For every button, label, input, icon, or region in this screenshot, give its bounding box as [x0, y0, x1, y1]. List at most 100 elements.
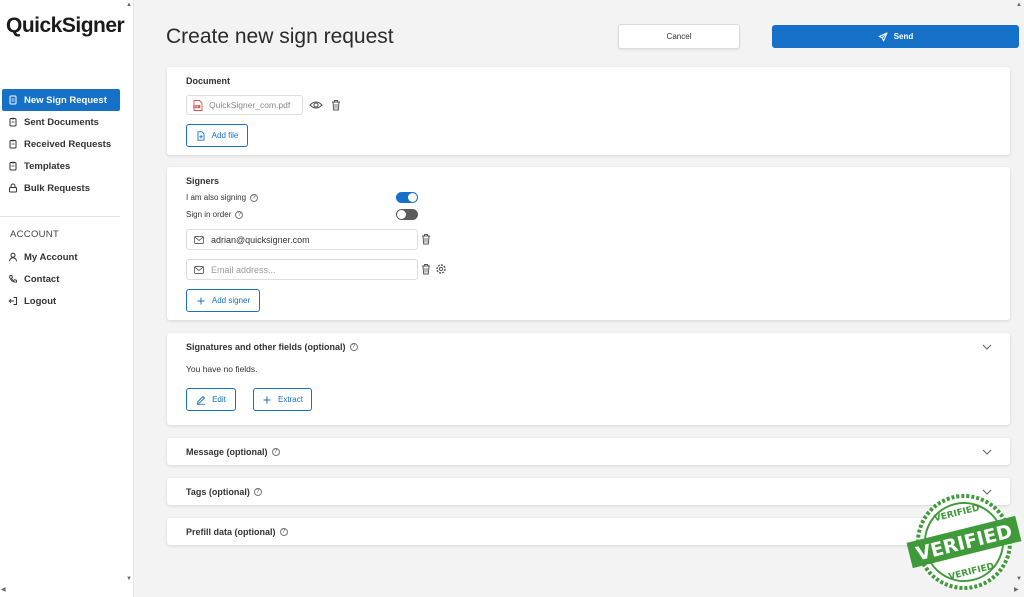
main-nav: New Sign Request Sent Documents Received… [2, 89, 120, 199]
page-title: Create new sign request [166, 25, 394, 48]
sidebar-item-templates[interactable]: Templates [2, 155, 120, 177]
sidebar-item-bulk-requests[interactable]: Bulk Requests [2, 177, 120, 199]
tags-card[interactable]: Tags (optional) ? [167, 478, 1010, 505]
send-button[interactable]: Send [772, 25, 1019, 48]
signer-email-value: adrian@quicksigner.com [211, 234, 310, 245]
sidebar-item-label: Received Requests [24, 138, 112, 150]
fields-section-title[interactable]: Signatures and other fields (optional) ? [186, 342, 358, 352]
add-signer-label: Add signer [211, 296, 251, 305]
help-icon[interactable]: ? [271, 448, 280, 456]
sign-in-order-text: Sign in order [186, 210, 232, 219]
sidebar-item-label: Logout [24, 295, 57, 307]
mail-icon [194, 235, 204, 244]
app-logo[interactable]: QuickSigner [6, 14, 125, 38]
tags-title-text: Tags (optional) [186, 487, 250, 497]
trash-icon[interactable] [419, 232, 433, 246]
main-scroll-up[interactable]: ▲ [1016, 2, 1022, 8]
pdf-file-icon: PDF [193, 99, 203, 111]
logout-icon [8, 297, 17, 305]
extract-fields-button[interactable]: Extract [253, 388, 312, 411]
hscroll-left-arrow[interactable]: ◀ [1, 586, 6, 593]
send-icon [878, 32, 888, 41]
add-file-button[interactable]: Add file [186, 124, 248, 147]
sidebar-item-my-account[interactable]: My Account [2, 246, 120, 268]
svg-text:PDF: PDF [194, 104, 200, 108]
file-plus-icon [197, 130, 205, 141]
signers-section-title: Signers [186, 176, 220, 186]
sidebar-item-label: New Sign Request [24, 94, 107, 106]
user-icon [9, 252, 17, 262]
sidebar-scroll-down[interactable]: ▼ [126, 576, 132, 582]
tags-section-title: Tags (optional) ? [186, 487, 262, 497]
edit-label: Edit [212, 395, 226, 404]
verified-stamp: VERIFIED VERIFIED VERIFIED [906, 494, 1022, 590]
add-signer-button[interactable]: Add signer [186, 289, 260, 312]
clipboard-icon [9, 161, 17, 171]
help-icon[interactable]: ? [253, 488, 262, 496]
also-signing-label: I am also signing ? [186, 193, 259, 202]
send-label: Send [893, 32, 914, 41]
also-signing-toggle[interactable] [396, 192, 418, 203]
sidebar-item-label: Sent Documents [24, 116, 99, 128]
sidebar: QuickSigner ▲ New Sign Request Sent Docu… [0, 0, 134, 597]
account-nav: My Account Contact Logout [2, 246, 120, 312]
help-icon[interactable]: ? [279, 528, 288, 536]
document-section-title: Document [186, 76, 231, 86]
sidebar-item-new-sign-request[interactable]: New Sign Request [2, 89, 120, 111]
message-section-title: Message (optional) ? [186, 447, 280, 457]
trash-icon[interactable] [329, 98, 343, 112]
lock-icon [9, 183, 17, 193]
help-icon[interactable]: ? [250, 193, 259, 202]
extract-label: Extract [278, 395, 303, 404]
sidebar-item-label: Contact [24, 273, 60, 285]
sidebar-item-received-requests[interactable]: Received Requests [2, 133, 120, 155]
signer-email-field[interactable]: adrian@quicksigner.com [186, 229, 418, 250]
plus-icon [263, 396, 271, 403]
help-icon[interactable]: ? [349, 343, 358, 351]
phone-icon [9, 275, 17, 283]
clipboard-icon [9, 139, 17, 149]
sign-in-order-label: Sign in order ? [186, 210, 244, 219]
sidebar-item-contact[interactable]: Contact [2, 268, 120, 290]
chevron-down-icon[interactable] [982, 344, 992, 350]
account-section-label: ACCOUNT [10, 229, 60, 240]
sidebar-item-label: Bulk Requests [24, 182, 90, 194]
also-signing-text: I am also signing [186, 193, 247, 202]
no-fields-text: You have no fields. [186, 364, 258, 374]
help-icon[interactable]: ? [235, 210, 244, 219]
cancel-button[interactable]: Cancel [618, 24, 740, 49]
document-card: Document PDF QuickSigner_com.pdf Add fil… [167, 67, 1010, 155]
file-name: QuickSigner_com.pdf [209, 100, 291, 110]
prefill-section-title: Prefill data (optional) ? [186, 527, 288, 537]
sidebar-item-sent-documents[interactable]: Sent Documents [2, 111, 120, 133]
sidebar-item-logout[interactable]: Logout [2, 290, 120, 312]
trash-icon[interactable] [419, 262, 433, 276]
clipboard-icon [9, 117, 17, 127]
fields-card: Signatures and other fields (optional) ?… [167, 333, 1010, 425]
chevron-down-icon[interactable] [982, 449, 992, 455]
file-chip[interactable]: PDF QuickSigner_com.pdf [186, 95, 303, 115]
gear-icon[interactable] [434, 262, 448, 276]
pencil-icon [196, 395, 206, 405]
add-file-label: Add file [211, 131, 239, 140]
fields-title-text: Signatures and other fields (optional) [186, 342, 346, 352]
toggle-knob [397, 210, 406, 219]
sidebar-scroll-up[interactable]: ▲ [126, 2, 132, 8]
signers-card: Signers I am also signing ? Sign in orde… [167, 167, 1010, 320]
sign-in-order-toggle[interactable] [396, 209, 418, 220]
toggle-knob [408, 193, 417, 202]
sidebar-item-label: Templates [24, 160, 71, 172]
prefill-card[interactable]: Prefill data (optional) ? [167, 518, 1010, 545]
new-signer-email-field[interactable]: Email address... [186, 259, 418, 280]
sidebar-divider [0, 216, 120, 217]
plus-icon [197, 297, 205, 304]
eye-icon[interactable] [309, 98, 323, 112]
prefill-title-text: Prefill data (optional) [186, 527, 276, 537]
edit-fields-button[interactable]: Edit [186, 388, 236, 411]
email-placeholder: Email address... [211, 264, 276, 275]
mail-icon [194, 265, 204, 274]
document-icon [9, 95, 17, 105]
message-card[interactable]: Message (optional) ? [167, 438, 1010, 465]
message-title-text: Message (optional) [186, 447, 268, 457]
sidebar-item-label: My Account [24, 251, 78, 263]
